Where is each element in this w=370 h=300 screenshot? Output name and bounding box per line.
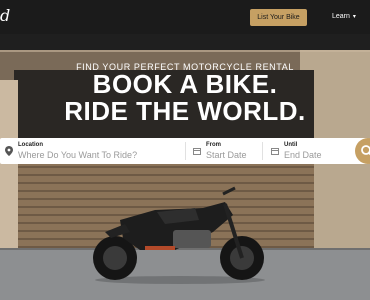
chevron-down-icon: ▾ [352,14,356,20]
learn-menu-label: Learn [332,13,350,20]
hero-strip [0,50,370,52]
search-divider [185,142,186,160]
location-field[interactable]: Location Where Do You Want To Ride? [18,138,183,164]
search-button[interactable] [355,138,370,164]
calendar-icon [193,148,201,155]
calendar-icon [271,148,279,155]
from-date-field[interactable]: From Start Date [206,138,261,164]
location-label: Location [18,142,43,148]
site-logo[interactable]: d [0,6,10,25]
motorcycle-image [93,186,265,284]
search-icon [361,145,370,156]
until-date-field[interactable]: Until End Date [284,138,344,164]
learn-menu[interactable]: Learn ▾ [332,13,356,20]
search-divider [262,142,263,160]
hero-headline: BOOK A BIKE. RIDE THE WORLD. [0,71,370,125]
list-your-bike-button[interactable]: List Your Bike [250,9,307,26]
search-bar: Location Where Do You Want To Ride? From… [0,138,370,164]
headline-line-1: BOOK A BIKE. [92,69,278,99]
end-date-input[interactable]: End Date [284,150,322,160]
start-date-input[interactable]: Start Date [206,150,247,160]
from-label: From [206,142,221,148]
until-label: Until [284,142,298,148]
map-pin-icon [5,146,13,156]
headline-line-2: RIDE THE WORLD. [64,96,306,126]
site-header: d List Your Bike Learn ▾ [0,0,370,34]
location-input[interactable]: Where Do You Want To Ride? [18,150,137,160]
